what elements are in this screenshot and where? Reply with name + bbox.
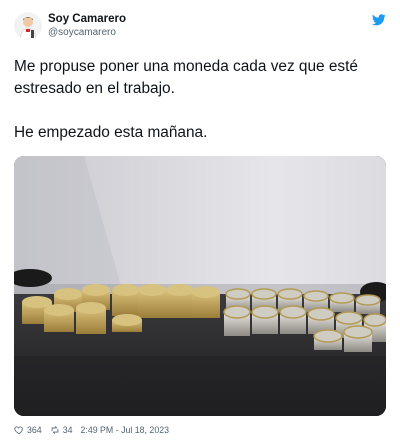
tweet-timestamp[interactable]: 2:49 PM - Jul 18, 2023 <box>80 425 169 435</box>
heart-icon[interactable] <box>14 425 24 435</box>
tweet-card: Soy Camarero @soycamarero Me propuse pon… <box>0 0 400 443</box>
twitter-bird-icon[interactable] <box>372 14 386 26</box>
tweet-header: Soy Camarero @soycamarero <box>14 12 386 44</box>
avatar[interactable] <box>14 12 42 40</box>
tweet-text: Me propuse poner una moneda cada vez que… <box>14 56 384 144</box>
like-action[interactable]: 364 <box>14 425 42 435</box>
retweet-icon[interactable] <box>50 425 60 435</box>
tweet-photo[interactable] <box>14 156 386 416</box>
retweet-count: 34 <box>62 425 73 435</box>
tweet-text-line: Me propuse poner una moneda cada vez que… <box>14 58 358 97</box>
author-name[interactable]: Soy Camarero <box>48 13 126 25</box>
tweet-footer: 364 34 2:49 PM - Jul 18, 2023 <box>14 424 386 436</box>
like-count: 364 <box>27 425 42 435</box>
retweet-action[interactable]: 34 <box>50 425 73 435</box>
author-handle[interactable]: @soycamarero <box>48 27 116 38</box>
tweet-text-line: He empezado esta mañana. <box>14 124 208 141</box>
